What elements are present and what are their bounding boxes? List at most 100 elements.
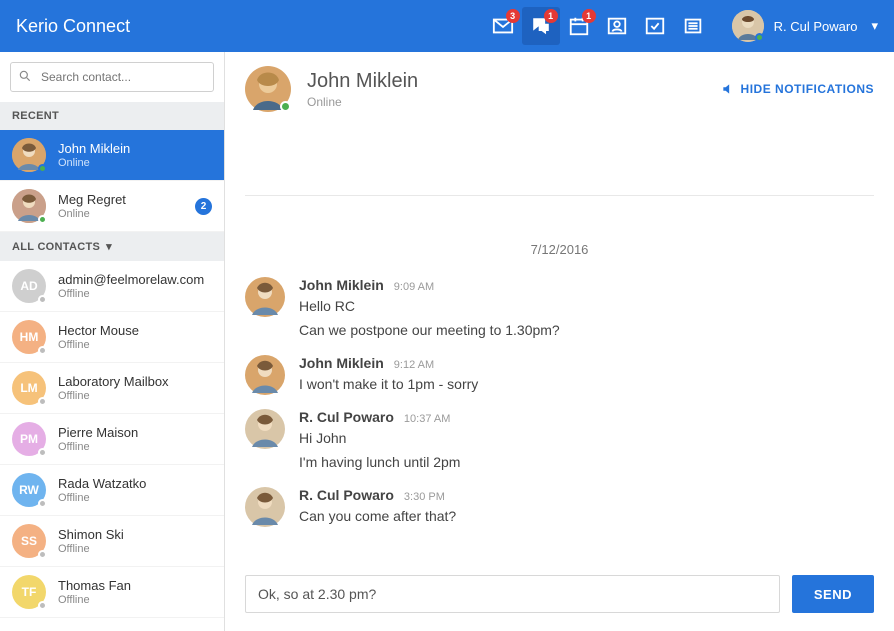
chevron-down-icon: ▾ xyxy=(106,240,112,253)
chevron-down-icon: ▾ xyxy=(871,18,878,34)
contact-item[interactable]: TF Thomas FanOffline xyxy=(0,567,224,618)
user-avatar xyxy=(732,10,764,42)
compose-input[interactable] xyxy=(245,575,780,613)
app-window: Kerio Connect 3 1 1 xyxy=(0,0,894,631)
hide-notifications-label: HIDE NOTIFICATIONS xyxy=(741,82,874,96)
mail-badge: 3 xyxy=(506,9,520,23)
message-author: John Miklein xyxy=(299,277,384,293)
message-time: 3:30 PM xyxy=(404,491,445,503)
contact-avatar: SS xyxy=(12,524,46,558)
calendar-icon[interactable]: 1 xyxy=(560,7,598,45)
user-status-dot xyxy=(755,33,764,42)
status-dot xyxy=(38,215,47,224)
contact-status: Offline xyxy=(58,339,212,351)
message-time: 10:37 AM xyxy=(404,413,450,425)
message-avatar xyxy=(245,409,285,449)
message-author: R. Cul Powaro xyxy=(299,409,394,425)
header-icon-bar: 3 1 1 xyxy=(484,7,712,45)
chat-title: John Miklein xyxy=(307,70,418,93)
chat-header-avatar xyxy=(245,66,291,112)
message-text: Can we postpone our meeting to 1.30pm? xyxy=(299,320,560,341)
contact-status: Offline xyxy=(58,492,212,504)
status-dot xyxy=(38,499,47,508)
contact-status: Offline xyxy=(58,390,212,402)
message-text: I'm having lunch until 2pm xyxy=(299,452,460,473)
section-recent: RECENT xyxy=(0,102,224,130)
unread-badge: 2 xyxy=(195,198,212,215)
search-input[interactable] xyxy=(10,62,214,92)
contact-name: John Miklein xyxy=(58,141,212,156)
message: John Miklein 9:09 AM Hello RC Can we postpo… xyxy=(245,277,874,341)
contact-name: Meg Regret xyxy=(58,192,183,207)
contact-item[interactable]: PMPierre MaisonOffline xyxy=(0,414,224,465)
brand-title: Kerio Connect xyxy=(16,16,130,37)
contact-status: Online xyxy=(58,208,183,220)
contact-avatar: TF xyxy=(12,575,46,609)
chat-header: John Miklein Online HIDE NOTIFICATIONS xyxy=(225,52,894,122)
user-menu[interactable]: R. Cul Powaro ▾ xyxy=(732,10,878,42)
contact-item[interactable]: SS Shimon SkiOffline xyxy=(0,516,224,567)
notes-icon[interactable] xyxy=(674,7,712,45)
contact-item[interactable]: ADadmin@feelmorelaw.comOffline xyxy=(0,261,224,312)
recent-contact[interactable]: Meg RegretOnline 2 xyxy=(0,181,224,232)
chat-panel: John Miklein Online HIDE NOTIFICATIONS 7… xyxy=(225,52,894,631)
status-dot xyxy=(38,397,47,406)
contact-name: Laboratory Mailbox xyxy=(58,374,212,389)
contact-status: Offline xyxy=(58,288,212,300)
message: John Miklein 9:12 AM I won't make it to 1p… xyxy=(245,355,874,395)
search-icon xyxy=(18,69,32,83)
status-dot xyxy=(38,346,47,355)
mail-icon[interactable]: 3 xyxy=(484,7,522,45)
message-text: Hello RC xyxy=(299,296,560,317)
contact-item[interactable]: RW Rada WatzatkoOffline xyxy=(0,465,224,516)
contact-name: Thomas Fan xyxy=(58,578,212,593)
section-all-contacts[interactable]: ALL CONTACTS ▾ xyxy=(0,232,224,261)
contact-name: Pierre Maison xyxy=(58,425,212,440)
contact-avatar xyxy=(12,138,46,172)
message-author: John Miklein xyxy=(299,355,384,371)
status-dot xyxy=(38,550,47,559)
message-time: 9:09 AM xyxy=(394,281,434,293)
contact-status: Offline xyxy=(58,543,212,555)
contacts-icon[interactable] xyxy=(598,7,636,45)
section-all-label: ALL CONTACTS xyxy=(12,241,100,253)
app-header: Kerio Connect 3 1 1 xyxy=(0,0,894,52)
status-dot xyxy=(38,164,47,173)
contact-avatar: HM xyxy=(12,320,46,354)
chat-body[interactable]: 7/12/2016 John Miklein9:09 AMHello RCCan… xyxy=(225,122,894,563)
contact-name: admin@feelmorelaw.com xyxy=(58,272,212,287)
message: R. Cul Powaro 10:37 AM Hi John I'm having l… xyxy=(245,409,874,473)
composer: SEND xyxy=(225,563,894,631)
message-time: 9:12 AM xyxy=(394,359,434,371)
contact-item[interactable]: HM Hector MouseOffline xyxy=(0,312,224,363)
contact-status: Offline xyxy=(58,594,212,606)
contact-avatar: RW xyxy=(12,473,46,507)
calendar-badge: 1 xyxy=(582,9,596,23)
contact-item[interactable]: LMLaboratory MailboxOffline xyxy=(0,363,224,414)
message-text: Hi John xyxy=(299,428,460,449)
message-text: I won't make it to 1pm - sorry xyxy=(299,374,478,395)
message: R. Cul Powaro 3:30 PM Can you come after t… xyxy=(245,487,874,527)
status-dot xyxy=(38,601,47,610)
chat-icon[interactable]: 1 xyxy=(522,7,560,45)
message-avatar xyxy=(245,277,285,317)
contact-name: Rada Watzatko xyxy=(58,476,212,491)
chat-header-status-dot xyxy=(280,101,291,112)
contact-status: Online xyxy=(58,157,212,169)
recent-contact[interactable]: John MikleinOnline xyxy=(0,130,224,181)
search-wrap xyxy=(0,52,224,102)
status-dot xyxy=(38,448,47,457)
send-button[interactable]: SEND xyxy=(792,575,874,613)
message-author: R. Cul Powaro xyxy=(299,487,394,503)
speaker-icon xyxy=(721,82,735,96)
hide-notifications-button[interactable]: HIDE NOTIFICATIONS xyxy=(721,82,874,96)
chat-subtitle: Online xyxy=(307,95,418,109)
chat-badge: 1 xyxy=(544,9,558,23)
contact-name: Shimon Ski xyxy=(58,527,212,542)
message-text: Can you come after that? xyxy=(299,506,456,527)
app-body: RECENT John MikleinOnlineMeg RegretOnlin… xyxy=(0,52,894,631)
contact-avatar: PM xyxy=(12,422,46,456)
tasks-icon[interactable] xyxy=(636,7,674,45)
contact-name: Hector Mouse xyxy=(58,323,212,338)
contact-avatar xyxy=(12,189,46,223)
